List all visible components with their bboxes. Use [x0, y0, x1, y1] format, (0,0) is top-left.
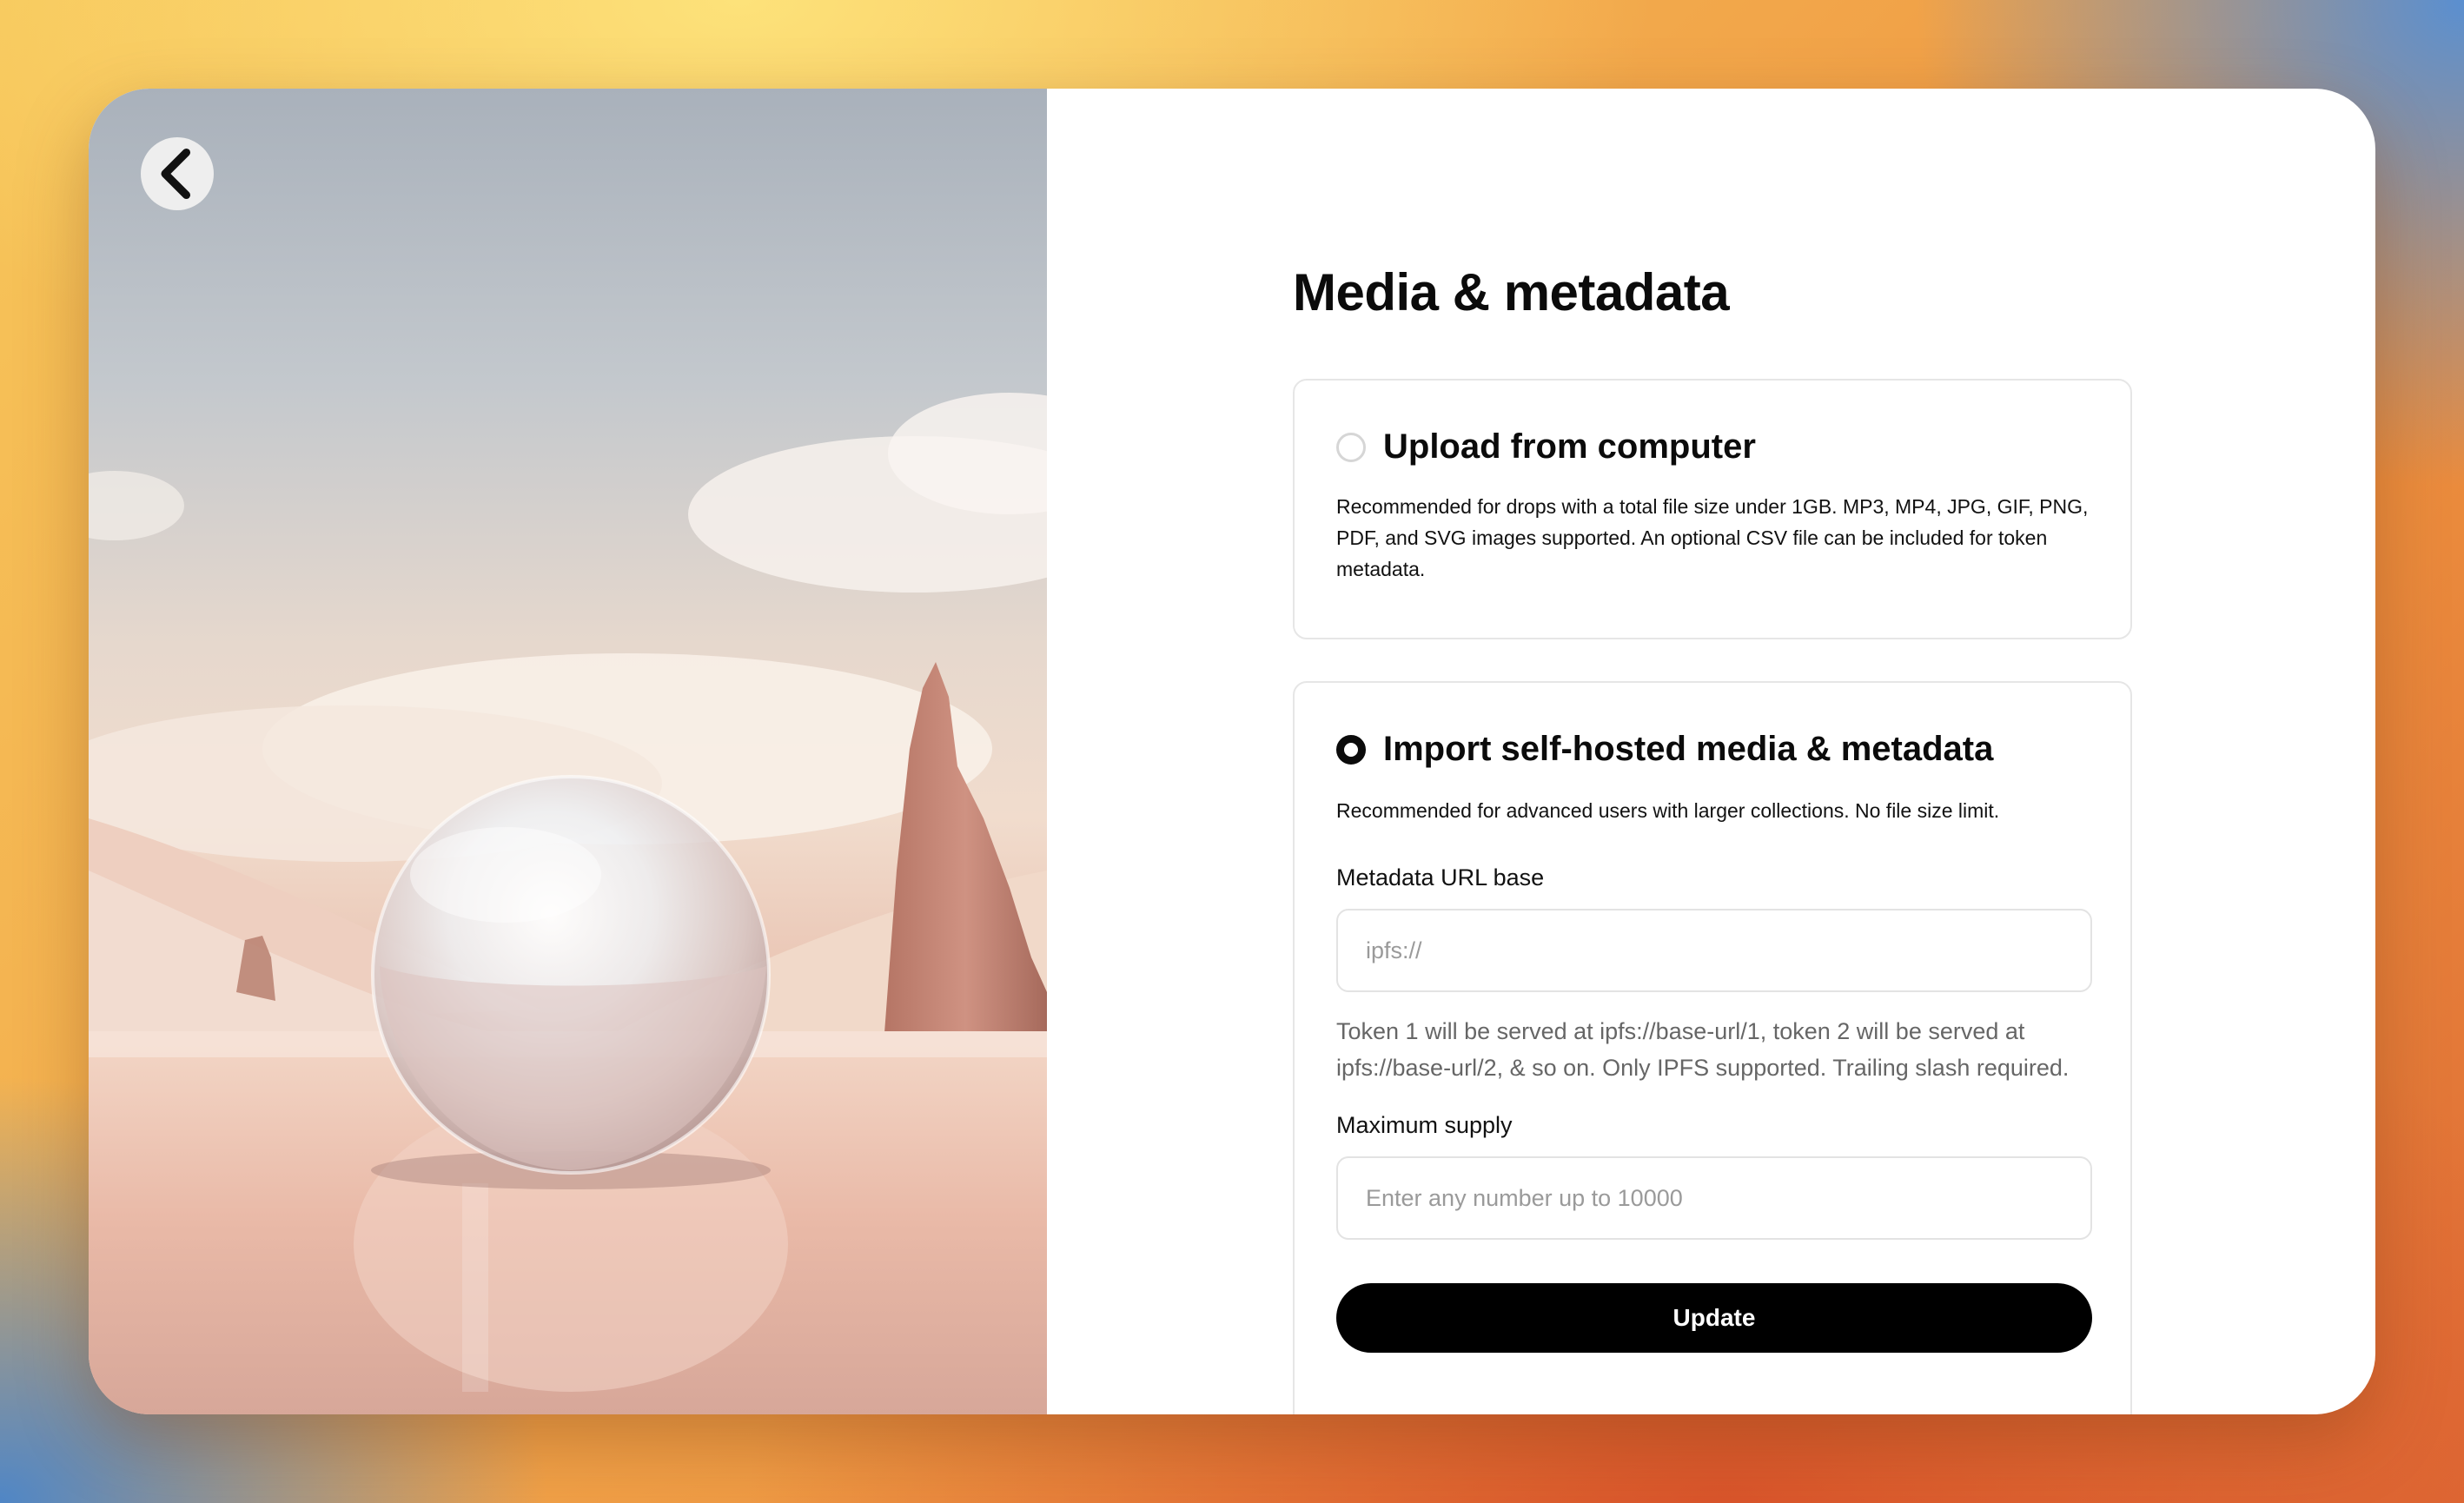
radio-import-self-hosted[interactable]	[1336, 734, 1366, 765]
option-import-self-hosted[interactable]: Import self-hosted media & metadata Reco…	[1293, 681, 2132, 1414]
option-description: Recommended for advanced users with larg…	[1336, 799, 2000, 822]
desert-sphere-illustration	[89, 393, 1047, 1414]
back-button[interactable]	[141, 137, 214, 210]
modal-card: Media & metadata Upload from computer Re…	[89, 89, 2375, 1414]
option-title: Import self-hosted media & metadata	[1383, 730, 1994, 768]
metadata-url-label: Metadata URL base	[1336, 864, 1545, 891]
update-button[interactable]: Update	[1336, 1283, 2092, 1353]
metadata-url-input[interactable]	[1336, 909, 2092, 992]
page-title: Media & metadata	[1293, 263, 1730, 321]
max-supply-input[interactable]	[1336, 1156, 2092, 1240]
option-upload-from-computer[interactable]: Upload from computer Recommended for dro…	[1293, 379, 2132, 639]
max-supply-label: Maximum supply	[1336, 1112, 1513, 1138]
option-title: Upload from computer	[1383, 427, 1756, 466]
radio-upload-from-computer[interactable]	[1336, 432, 1366, 462]
hero-image	[89, 89, 1047, 1414]
chevron-left-icon	[161, 148, 191, 200]
metadata-url-help: Token 1 will be served at ipfs://base-ur…	[1336, 1018, 2070, 1081]
media-metadata-panel: Media & metadata Upload from computer Re…	[1293, 262, 2132, 1414]
option-description: Recommended for drops with a total file …	[1336, 495, 2089, 580]
